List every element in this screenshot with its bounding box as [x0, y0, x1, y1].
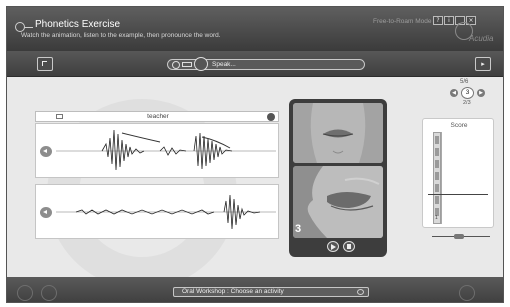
- step-number: 3: [295, 223, 302, 235]
- articulation-panel: 3: [289, 99, 387, 257]
- mic-icon[interactable]: [194, 57, 208, 71]
- help-button[interactable]: ?: [433, 16, 443, 25]
- activity-select[interactable]: Oral Workshop : Choose an activity: [173, 287, 369, 297]
- next-arrow-icon[interactable]: ▸: [475, 57, 491, 71]
- record-icon[interactable]: [172, 61, 180, 69]
- brand-logo: Acudia: [469, 34, 494, 43]
- score-column: [433, 132, 441, 224]
- teacher-waveform: [56, 129, 276, 171]
- stop-icon[interactable]: [343, 241, 355, 252]
- variant-count: 2/3: [463, 100, 471, 106]
- bottom-bar: Oral Workshop : Choose an activity: [7, 277, 503, 302]
- score-slider-thumb[interactable]: [454, 234, 464, 239]
- score-value: 1: [435, 215, 438, 221]
- menu-icon: [42, 61, 47, 66]
- footer-ring-icon: [41, 285, 57, 301]
- app-title: Phonetics Exercise: [35, 19, 121, 30]
- mouth-front-view: [293, 103, 383, 163]
- info-button[interactable]: i: [444, 16, 454, 25]
- speaker-icon[interactable]: [40, 207, 52, 218]
- variant-stepper: ◀ 3 ▶: [448, 87, 488, 99]
- student-waveform-row: [35, 184, 279, 239]
- waveform-header: teacher: [35, 111, 279, 122]
- speaker-icon[interactable]: [40, 146, 52, 157]
- footer-ring-icon: [459, 285, 475, 301]
- toolbar: Speak... ▸: [7, 51, 503, 77]
- speak-bar[interactable]: Speak...: [167, 57, 365, 71]
- score-segment: [435, 160, 439, 168]
- menu-button[interactable]: [37, 57, 53, 71]
- score-threshold-line: [428, 194, 488, 195]
- footer-ring-icon: [17, 285, 33, 301]
- waveform-close-icon[interactable]: [267, 113, 275, 121]
- level-meter: [182, 62, 192, 67]
- title-bar: Phonetics Exercise Watch the animation, …: [7, 7, 503, 51]
- next-variant-icon[interactable]: ▶: [477, 89, 485, 97]
- progress-count: 5/6: [460, 79, 469, 85]
- chevron-down-icon[interactable]: [357, 289, 364, 295]
- teacher-waveform-row: [35, 123, 279, 178]
- score-segment: [435, 184, 439, 192]
- score-segment: [435, 196, 439, 204]
- previous-variant-icon[interactable]: ◀: [450, 89, 458, 97]
- app-window: Phonetics Exercise Watch the animation, …: [6, 6, 504, 303]
- score-slider[interactable]: [432, 234, 490, 240]
- score-segment: [435, 136, 439, 144]
- variant-number: 3: [461, 87, 474, 99]
- student-waveform: [56, 194, 276, 230]
- title-knob-line: [24, 27, 33, 28]
- speak-label: Speak...: [212, 61, 236, 68]
- score-segment: [435, 148, 439, 156]
- activity-label: Oral Workshop : Choose an activity: [182, 288, 284, 295]
- waveform-header-label: teacher: [147, 113, 169, 120]
- score-axis: [441, 132, 485, 224]
- mouth-side-view: [293, 166, 383, 238]
- mode-label[interactable]: Free-to-Roam Mode: [373, 18, 432, 25]
- app-instructions: Watch the animation, listen to the examp…: [21, 32, 221, 39]
- play-icon[interactable]: [327, 241, 339, 252]
- score-segment: [435, 172, 439, 180]
- waveform-panel: teacher: [35, 111, 279, 239]
- score-label: Score: [450, 122, 468, 129]
- score-panel: Score 1: [422, 118, 494, 228]
